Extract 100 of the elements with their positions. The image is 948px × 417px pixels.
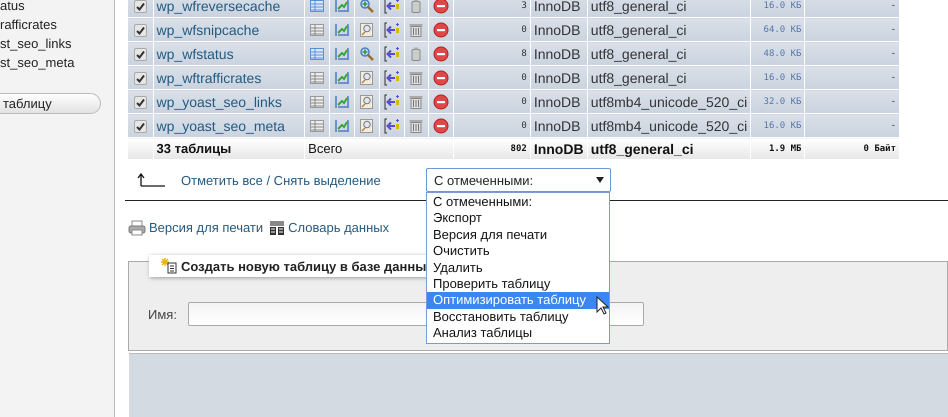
delete-icon[interactable] xyxy=(433,0,450,14)
panel-title: Создать новую таблицу в базе данны xyxy=(181,258,426,274)
table-cell: 802 xyxy=(454,138,530,160)
table-cell: 0 xyxy=(454,18,530,42)
link[interactable]: Словарь данных xyxy=(288,220,390,235)
table-cell: 16.0 КБ xyxy=(750,0,805,18)
delete-icon[interactable] xyxy=(433,46,450,62)
table-cell: - xyxy=(804,18,900,42)
trash-icon[interactable] xyxy=(408,118,424,134)
dropdown-option[interactable]: Очистить xyxy=(427,243,609,260)
table-cell: 0 xyxy=(454,66,530,90)
table-icon[interactable] xyxy=(309,46,326,62)
table-cell: utf8_general_ci xyxy=(587,42,751,66)
chart-icon[interactable] xyxy=(334,118,350,134)
table-cell: InnoDB xyxy=(530,18,588,42)
table-cell: - xyxy=(804,42,900,66)
dropdown-option[interactable]: Экспорт xyxy=(427,210,609,227)
chart-icon[interactable] xyxy=(334,0,350,14)
table-cell: 16.0 КБ xyxy=(750,114,805,138)
grid-icon xyxy=(269,220,286,236)
delete-icon[interactable] xyxy=(433,94,450,110)
magnifier-icon[interactable] xyxy=(358,118,375,134)
table-cell: InnoDB xyxy=(530,90,588,114)
insert-arrow-icon[interactable] xyxy=(384,22,400,38)
new-table-icon xyxy=(161,258,177,274)
link[interactable]: Версия для печати xyxy=(149,220,264,235)
table-cell: InnoDB xyxy=(530,66,588,90)
table-cell: InnoDB xyxy=(530,0,588,18)
trash-icon[interactable] xyxy=(408,22,424,38)
trash-icon[interactable] xyxy=(408,70,424,86)
table-icon[interactable] xyxy=(309,118,326,134)
printer-icon xyxy=(128,220,146,236)
table-cell: 33 таблицы xyxy=(153,138,305,160)
magnifier-icon[interactable] xyxy=(358,70,375,86)
table-cell: utf8_general_ci xyxy=(587,66,751,90)
table-cell: 32.0 КБ xyxy=(750,90,805,114)
dropdown-option[interactable]: Оптимизировать таблицу xyxy=(427,292,609,309)
insert-arrow-icon[interactable] xyxy=(384,46,400,62)
table-cell: 48.0 КБ xyxy=(750,42,805,66)
trash-icon[interactable] xyxy=(408,94,424,110)
delete-icon[interactable] xyxy=(433,118,450,134)
dropdown-option[interactable]: Восстановить таблицу xyxy=(427,308,609,326)
table-cell: 3 xyxy=(454,0,530,18)
insert-arrow-icon[interactable] xyxy=(384,0,400,14)
table-icon[interactable] xyxy=(309,94,326,110)
table-cell: InnoDB xyxy=(530,114,588,138)
table-cell: 0 xyxy=(454,114,530,138)
table-link[interactable]: st_seo_meta xyxy=(0,53,114,72)
insert-arrow-icon[interactable] xyxy=(384,70,400,86)
magnifier-icon[interactable] xyxy=(358,22,375,38)
dropdown-option[interactable]: Анализ таблицы xyxy=(427,325,609,342)
table-cell: utf8mb4_unicode_520_ci xyxy=(587,90,751,114)
table-cell: - xyxy=(804,90,900,114)
checkbox[interactable] xyxy=(134,72,147,86)
insert-arrow-icon[interactable] xyxy=(384,118,400,134)
table-cell: 1.9 МБ xyxy=(750,138,805,160)
magnifier-icon[interactable] xyxy=(358,0,375,14)
table-link[interactable]: rafficrates xyxy=(0,15,114,34)
table-cell: 8 xyxy=(454,42,530,66)
table-cell: Всего xyxy=(304,138,454,160)
dropdown-option[interactable]: Версия для печати xyxy=(427,226,609,244)
table-cell: InnoDB xyxy=(530,138,588,160)
checkbox[interactable] xyxy=(134,96,147,110)
table-cell: - xyxy=(804,114,900,138)
dropdown-option[interactable]: Проверить таблицу xyxy=(427,276,609,292)
table-link[interactable]: atus xyxy=(0,0,114,15)
table-cell: 0 xyxy=(454,90,530,114)
delete-icon[interactable] xyxy=(433,70,450,86)
table-cell: 64.0 КБ xyxy=(750,18,805,42)
dropdown-option[interactable]: С отмеченными: xyxy=(427,194,609,210)
with-selected-dropdown[interactable]: С отмеченными: xyxy=(426,168,611,192)
check-all-link[interactable]: Отметить все / Снять выделение xyxy=(181,172,411,188)
table-icon[interactable] xyxy=(309,70,326,86)
chart-icon[interactable] xyxy=(334,46,350,62)
checkbox[interactable] xyxy=(134,24,147,38)
table-cell: utf8_general_ci xyxy=(587,18,751,42)
magnifier-icon[interactable] xyxy=(358,46,375,62)
checkbox[interactable] xyxy=(134,120,147,134)
table-cell: - xyxy=(804,66,900,90)
chart-icon[interactable] xyxy=(334,70,350,86)
magnifier-icon[interactable] xyxy=(358,94,375,110)
table-icon[interactable] xyxy=(309,0,326,14)
insert-arrow-icon[interactable] xyxy=(384,94,400,110)
chart-icon[interactable] xyxy=(334,94,350,110)
table-cell: utf8_general_ci xyxy=(587,138,751,160)
corner-arrow-icon xyxy=(137,173,165,187)
caret-icon xyxy=(596,177,604,183)
checkbox[interactable] xyxy=(134,48,147,62)
chart-icon[interactable] xyxy=(334,22,350,38)
create-table-button[interactable]: таблицу xyxy=(0,93,101,114)
table-cell: - xyxy=(804,0,900,18)
dropdown-option[interactable]: Удалить xyxy=(427,260,609,276)
checkbox[interactable] xyxy=(134,0,147,14)
table-cell: utf8mb4_unicode_520_ci xyxy=(587,114,751,138)
table-cell: utf8_general_ci xyxy=(587,0,751,18)
delete-icon[interactable] xyxy=(433,22,450,38)
table-cell: 0 Байт xyxy=(804,138,900,160)
table-icon[interactable] xyxy=(309,22,326,38)
table-link[interactable]: st_seo_links xyxy=(0,34,114,53)
field-label: Имя: xyxy=(148,306,178,322)
